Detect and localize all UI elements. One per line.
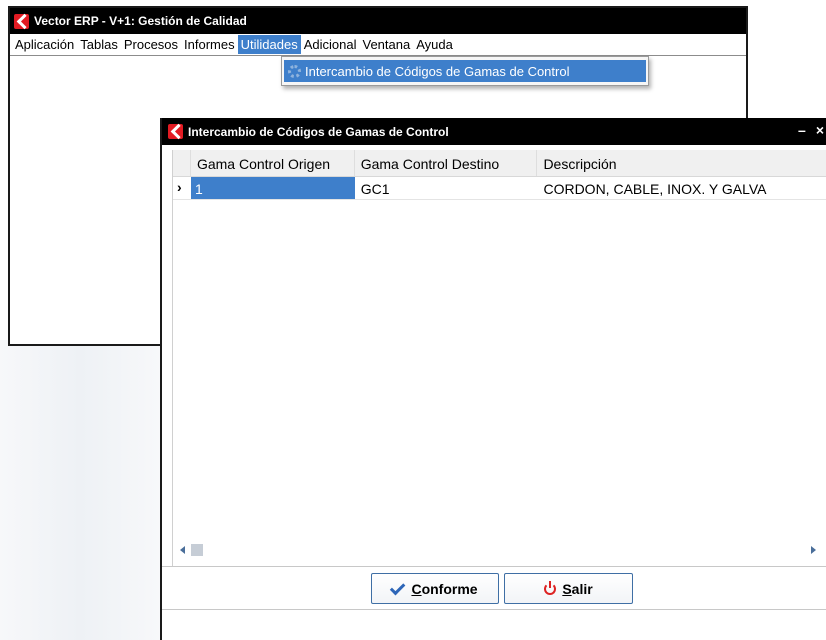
- menu-aplicacion[interactable]: Aplicación: [12, 35, 77, 54]
- close-icon[interactable]: ×: [816, 122, 824, 138]
- button-bar: Conforme Salir: [162, 566, 826, 610]
- row-indicator-header: [173, 150, 191, 176]
- table-row[interactable]: › 1 GC1 CORDON, CABLE, INOX. Y GALVA: [173, 177, 826, 200]
- gear-icon: [288, 64, 301, 78]
- column-header-origen[interactable]: Gama Control Origen: [191, 150, 355, 176]
- menu-ventana[interactable]: Ventana: [359, 35, 413, 54]
- horizontal-scrollbar[interactable]: [172, 538, 826, 562]
- scroll-right-icon[interactable]: [811, 546, 816, 554]
- status-strip: [162, 611, 826, 640]
- menu-ayuda[interactable]: Ayuda: [413, 35, 456, 54]
- main-titlebar: Vector ERP - V+1: Gestión de Calidad: [10, 8, 746, 34]
- checkmark-icon: [390, 579, 406, 595]
- cell-descripcion[interactable]: CORDON, CABLE, INOX. Y GALVA: [537, 177, 826, 199]
- menu-adicional[interactable]: Adicional: [301, 35, 360, 54]
- dialog-title: Intercambio de Códigos de Gamas de Contr…: [188, 124, 449, 139]
- menu-utilidades[interactable]: Utilidades: [237, 35, 301, 54]
- scrollbar-thumb[interactable]: [191, 544, 203, 556]
- column-header-descripcion[interactable]: Descripción: [537, 150, 826, 176]
- power-icon: [544, 580, 557, 595]
- menu-tablas[interactable]: Tablas: [77, 35, 121, 54]
- cell-destino[interactable]: GC1: [355, 177, 538, 199]
- codes-grid: Gama Control Origen Gama Control Destino…: [172, 150, 826, 568]
- vector-logo-icon: [14, 13, 29, 29]
- dropdown-item-intercambio[interactable]: Intercambio de Códigos de Gamas de Contr…: [284, 60, 646, 82]
- scroll-left-icon[interactable]: [180, 546, 185, 554]
- menu-procesos[interactable]: Procesos: [121, 35, 181, 54]
- salir-button[interactable]: Salir: [504, 573, 633, 604]
- minimize-icon[interactable]: –: [798, 122, 806, 138]
- menu-informes[interactable]: Informes: [181, 35, 238, 54]
- row-indicator-icon: ›: [177, 179, 182, 195]
- dropdown-item-label: Intercambio de Códigos de Gamas de Contr…: [305, 63, 570, 79]
- vector-logo-icon: [168, 124, 183, 139]
- main-window-title: Vector ERP - V+1: Gestión de Calidad: [34, 14, 247, 28]
- utilidades-dropdown: Intercambio de Códigos de Gamas de Contr…: [281, 56, 649, 86]
- menu-bar: Aplicación Tablas Procesos Informes Util…: [10, 34, 746, 56]
- intercambio-dialog: Intercambio de Códigos de Gamas de Contr…: [160, 118, 826, 640]
- column-header-destino[interactable]: Gama Control Destino: [355, 150, 538, 176]
- conforme-label: Conforme: [411, 580, 478, 597]
- grid-header: Gama Control Origen Gama Control Destino…: [173, 150, 826, 177]
- desktop-background: [0, 340, 160, 640]
- window-controls: – ×: [798, 122, 824, 138]
- salir-label: Salir: [562, 580, 593, 597]
- conforme-button[interactable]: Conforme: [371, 573, 499, 604]
- dialog-titlebar: Intercambio de Códigos de Gamas de Contr…: [162, 118, 826, 145]
- cell-origen[interactable]: 1: [190, 177, 355, 199]
